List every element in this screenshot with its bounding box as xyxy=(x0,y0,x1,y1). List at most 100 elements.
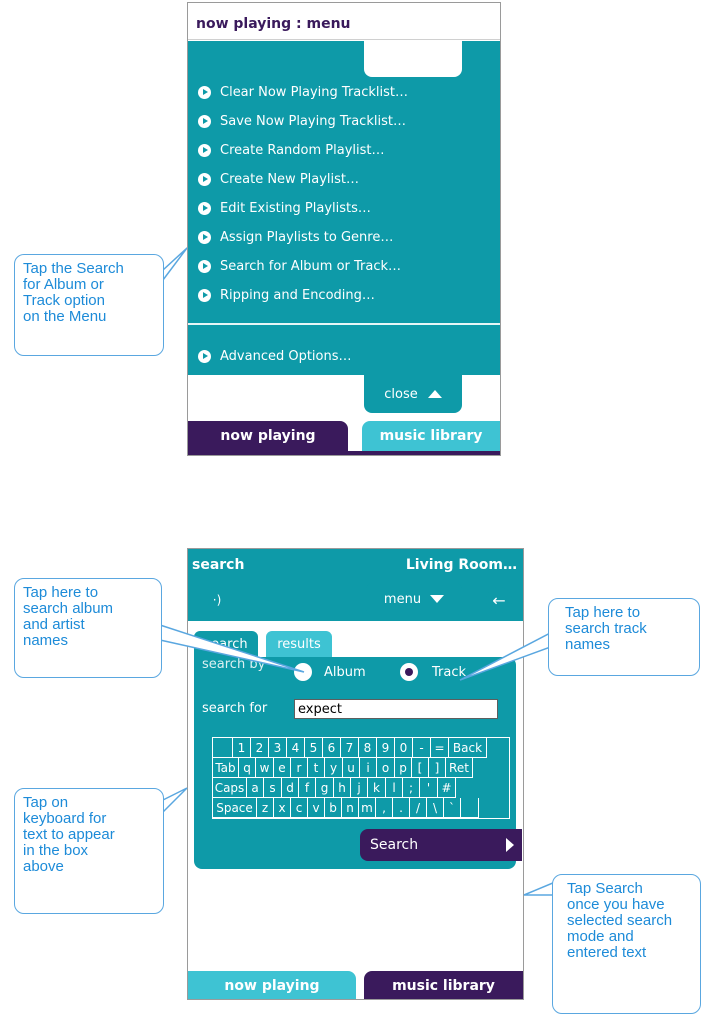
callout-line: Track option xyxy=(23,292,105,309)
menu-item[interactable]: Clear Now Playing Tracklist… xyxy=(198,79,408,105)
keyboard-key[interactable]: m xyxy=(359,798,376,818)
keyboard-key[interactable]: ] xyxy=(429,758,446,778)
close-button[interactable]: close xyxy=(364,375,462,413)
callout-line: Tap on xyxy=(23,794,69,811)
keyboard-key[interactable]: # xyxy=(438,778,456,798)
menu-item[interactable]: Search for Album or Track… xyxy=(198,253,401,279)
keyboard-key[interactable]: \ xyxy=(427,798,444,818)
keyboard-key[interactable]: g xyxy=(316,778,334,798)
menu-item[interactable]: Edit Existing Playlists… xyxy=(198,195,371,221)
tab-label: music library xyxy=(392,978,495,994)
tab-now-playing[interactable]: now playing xyxy=(188,971,356,999)
keyboard-key[interactable]: , xyxy=(376,798,393,818)
back-arrow-icon: ← xyxy=(492,590,506,610)
keyboard-row: Space z x c v b n m,. / \ ` xyxy=(213,798,479,818)
menu-button[interactable]: menu xyxy=(366,582,462,616)
menu-label: menu xyxy=(383,591,422,607)
keyboard-key[interactable]: Ret xyxy=(446,758,473,778)
keyboard-key[interactable]: u xyxy=(343,758,360,778)
keyboard-key[interactable]: r xyxy=(291,758,308,778)
keyboard-key[interactable]: i xyxy=(360,758,377,778)
keyboard-key[interactable]: ' xyxy=(420,778,438,798)
keyboard-key[interactable]: a xyxy=(247,778,264,798)
menu-item-label: Clear Now Playing Tracklist… xyxy=(220,84,409,100)
search-button[interactable]: Search xyxy=(360,829,522,861)
keyboard-key[interactable]: v xyxy=(308,798,325,818)
tab-now-playing[interactable]: now playing xyxy=(188,421,348,451)
keyboard-key[interactable]: d xyxy=(282,778,299,798)
keyboard-key[interactable]: q xyxy=(239,758,256,778)
keyboard-key[interactable]: Back xyxy=(449,738,487,758)
keyboard-row: Caps a s d f g h j k l; ' # xyxy=(213,778,456,798)
keyboard-row: 1 2 3 4 5 6 7 8 9 0- = Back xyxy=(213,738,487,758)
menu-item[interactable]: Assign Playlists to Genre… xyxy=(198,224,393,250)
keyboard-key[interactable]: - xyxy=(413,738,431,758)
keyboard-key[interactable]: / xyxy=(410,798,427,818)
tab-search[interactable]: search xyxy=(194,631,258,657)
keyboard-key[interactable]: Tab xyxy=(213,758,239,778)
tab-label: search xyxy=(204,636,248,652)
menu-item[interactable]: Create New Playlist… xyxy=(198,166,359,192)
keyboard-key[interactable]: 9 xyxy=(377,738,395,758)
keyboard-key[interactable]: ; xyxy=(403,778,420,798)
keyboard-key[interactable]: Caps xyxy=(213,778,247,798)
keyboard-key[interactable]: p xyxy=(395,758,412,778)
callout-line: entered text xyxy=(567,944,647,961)
keyboard-key[interactable]: c xyxy=(291,798,308,818)
keyboard-key[interactable]: s xyxy=(264,778,282,798)
menu-divider xyxy=(188,323,500,325)
keyboard-key[interactable] xyxy=(461,798,479,818)
keyboard-key[interactable]: f xyxy=(299,778,316,798)
keyboard-key[interactable]: b xyxy=(325,798,342,818)
keyboard-key[interactable]: 4 xyxy=(287,738,305,758)
search-input[interactable] xyxy=(294,699,498,719)
menu-item-label: Create New Playlist… xyxy=(220,171,360,187)
keyboard-key[interactable]: z xyxy=(257,798,274,818)
back-button[interactable]: ← xyxy=(486,587,512,613)
keyboard-key[interactable]: h xyxy=(334,778,351,798)
play-bullet-icon xyxy=(198,230,211,244)
callout-line: selected search xyxy=(567,912,673,929)
keyboard-key[interactable]: 1 xyxy=(233,738,251,758)
keyboard-key[interactable]: j xyxy=(351,778,368,798)
menu-item[interactable]: Ripping and Encoding… xyxy=(198,282,375,308)
callout-track: Tap here to search track names xyxy=(548,598,700,676)
keyboard-key[interactable]: 5 xyxy=(305,738,323,758)
tab-results[interactable]: results xyxy=(266,631,332,657)
keyboard-key[interactable]: y xyxy=(325,758,343,778)
keyboard-key[interactable]: [ xyxy=(412,758,429,778)
keyboard-key[interactable]: 2 xyxy=(251,738,269,758)
keyboard-key[interactable]: n xyxy=(342,798,359,818)
keyboard-key[interactable]: 3 xyxy=(269,738,287,758)
keyboard-key[interactable]: w xyxy=(256,758,274,778)
title-bar: now playing : menu xyxy=(188,3,500,40)
keyboard-key[interactable]: Space xyxy=(213,798,257,818)
tab-music-library[interactable]: music library xyxy=(362,421,500,451)
keyboard-key[interactable] xyxy=(213,738,233,758)
keyboard-key[interactable]: ` xyxy=(444,798,461,818)
keyboard-key[interactable]: 8 xyxy=(359,738,377,758)
menu-item-advanced-options[interactable]: Advanced Options… xyxy=(198,343,352,369)
keyboard-key[interactable]: . xyxy=(393,798,410,818)
keyboard-key[interactable]: 0 xyxy=(395,738,413,758)
keyboard-key[interactable]: = xyxy=(431,738,449,758)
menu-item[interactable]: Create Random Playlist… xyxy=(198,137,385,163)
speaker-button[interactable]: ·) xyxy=(204,587,230,613)
keyboard-key[interactable]: o xyxy=(377,758,395,778)
callout-album-artist: Tap here to search album and artist name… xyxy=(14,578,162,678)
menu-item[interactable]: Save Now Playing Tracklist… xyxy=(198,108,406,134)
radio-album[interactable] xyxy=(294,663,312,681)
callout-line: Tap here to xyxy=(565,604,641,621)
play-bullet-icon xyxy=(198,114,211,128)
keyboard-key[interactable]: e xyxy=(274,758,291,778)
keyboard-key[interactable]: k xyxy=(368,778,386,798)
menu-item-label: Search for Album or Track… xyxy=(220,258,402,274)
keyboard-key[interactable]: 7 xyxy=(341,738,359,758)
keyboard-key[interactable]: t xyxy=(308,758,325,778)
radio-track[interactable] xyxy=(400,663,418,681)
keyboard-key[interactable]: l xyxy=(386,778,403,798)
tab-music-library[interactable]: music library xyxy=(364,971,523,999)
callout-search-button: Tap Search once you have selected search… xyxy=(552,874,701,1014)
keyboard-key[interactable]: x xyxy=(274,798,291,818)
keyboard-key[interactable]: 6 xyxy=(323,738,341,758)
